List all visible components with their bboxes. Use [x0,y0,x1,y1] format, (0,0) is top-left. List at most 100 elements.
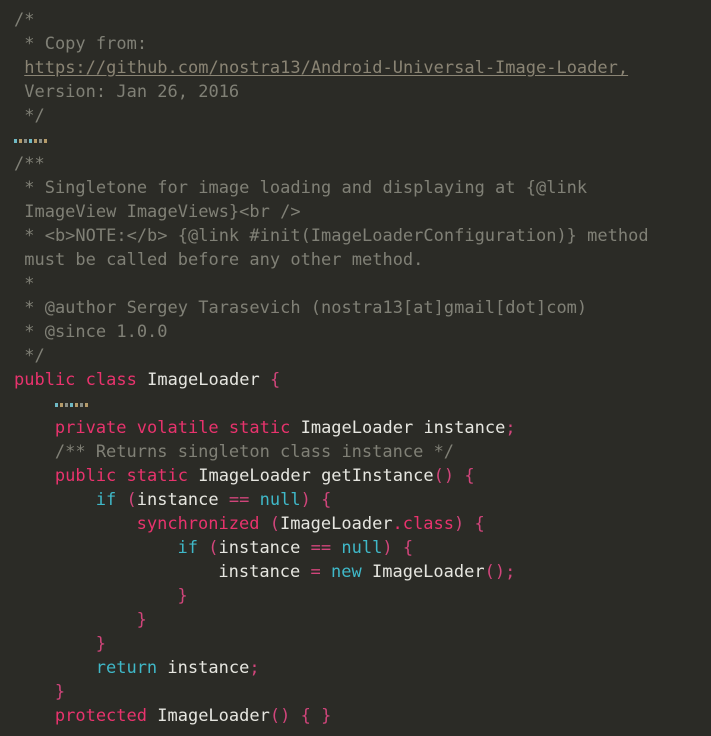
code-line[interactable]: https://github.com/nostra13/Android-Univ… [0,56,711,80]
code-line[interactable]: must be called before any other method. [0,248,711,272]
fold-dot [34,139,37,143]
code-line[interactable]: * Singletone for image loading and displ… [0,176,711,200]
code-token-ident: getInstance [321,466,434,486]
code-line[interactable]: ImageView ImageViews}<br /> [0,200,711,224]
code-token-ident: ImageLoader [198,466,311,486]
code-token-ident: instance [136,490,219,510]
fold-dot [79,403,83,407]
code-line[interactable]: } [0,608,711,632]
code-token-punct: == [228,490,250,510]
code-token-keyword: volatile [136,418,219,438]
code-line[interactable]: * Copy from: [0,32,711,56]
code-token-punct: } [54,682,66,702]
code-token-control: null [341,538,383,558]
code-line[interactable] [0,128,711,152]
fold-dot [19,139,22,143]
code-line[interactable]: * <b>NOTE:</b> {@link #init(ImageLoaderC… [0,224,711,248]
folded-region-ellipsis-icon[interactable] [54,403,90,407]
code-line[interactable]: synchronized (ImageLoader.class) { [0,512,711,536]
code-line[interactable]: */ [0,104,711,128]
code-token-ident: ImageLoader [157,706,270,726]
code-token-punct: ; [505,562,516,582]
code-token-punct: } [177,586,188,606]
code-token-punct: ( [126,490,137,510]
code-line[interactable] [0,728,711,736]
code-token-punct: ; [249,658,260,678]
code-line[interactable]: private volatile static ImageLoader inst… [0,416,711,440]
code-line[interactable]: /* [0,8,711,32]
code-token-keyword: static [126,466,188,486]
code-token-punct: = [310,562,321,582]
code-line[interactable]: } [0,584,711,608]
code-token-keyword: static [228,418,291,438]
code-line[interactable]: public class ImageLoader { [0,368,711,392]
code-token-comment: * @author Sergey Tarasevich (nostra13[at… [14,298,588,318]
code-token-punct: ( [269,514,280,534]
code-token-punct: == [310,538,332,558]
code-token-ident: instance [167,658,250,678]
code-token-ident: ImageLoader [372,562,485,582]
code-line[interactable]: /** Returns singleton class instance */ [0,440,711,464]
code-viewer[interactable]: /* * Copy from: https://github.com/nostr… [0,0,711,736]
code-token-comment: Version: Jan 26, 2016 [14,82,240,102]
code-token-ident: ImageLoader [147,370,260,390]
code-token-comment: /** Returns singleton class instance */ [54,442,455,462]
code-token-control: new [331,562,362,582]
code-token-punct: ( [208,538,219,558]
code-token-punct: () [484,562,506,582]
folded-region-ellipsis-icon[interactable] [14,139,49,143]
code-token-keyword: public [14,370,76,390]
code-listing[interactable]: /* * Copy from: https://github.com/nostr… [0,8,711,736]
code-token-punct: () [269,706,291,726]
code-token-punct: { [300,706,311,726]
code-token-ident: instance [218,538,301,558]
code-line[interactable]: * @since 1.0.0 [0,320,711,344]
fold-dot [74,403,78,407]
code-token-punct: ) [300,490,311,510]
code-token-ident: ImageLoader [279,514,393,534]
fold-dot [64,403,68,407]
code-line[interactable]: * [0,272,711,296]
code-token-control: return [95,658,158,678]
code-token-comment: */ [14,106,45,126]
code-line[interactable]: /** [0,152,711,176]
code-line[interactable]: protected ImageLoader() { } [0,704,711,728]
code-token-punct: ) [382,538,393,558]
code-line[interactable]: } [0,632,711,656]
code-token-control: if [95,490,117,510]
code-line[interactable]: } [0,680,711,704]
code-line[interactable]: */ [0,344,711,368]
code-token-keyword: .class [392,514,454,534]
code-token-comment [14,58,24,78]
code-token-punct: } [321,706,332,726]
code-token-comment: /** [14,154,45,174]
code-line[interactable]: if (instance == null) { [0,536,711,560]
code-token-comment: * Copy from: [14,34,148,54]
code-line[interactable]: if (instance == null) { [0,488,711,512]
code-token-link: https://github.com/nostra13/Android-Univ… [24,58,629,78]
fold-dot [59,403,63,407]
code-line[interactable]: public static ImageLoader getInstance() … [0,464,711,488]
code-line[interactable]: return instance; [0,656,711,680]
code-line[interactable]: Version: Jan 26, 2016 [0,80,711,104]
code-line[interactable] [0,392,711,416]
code-line[interactable]: instance = new ImageLoader(); [0,560,711,584]
code-token-keyword: synchronized [136,514,260,534]
code-line[interactable]: * @author Sergey Tarasevich (nostra13[at… [0,296,711,320]
code-token-comment: * <b>NOTE:</b> {@link #init(ImageLoaderC… [14,226,649,246]
